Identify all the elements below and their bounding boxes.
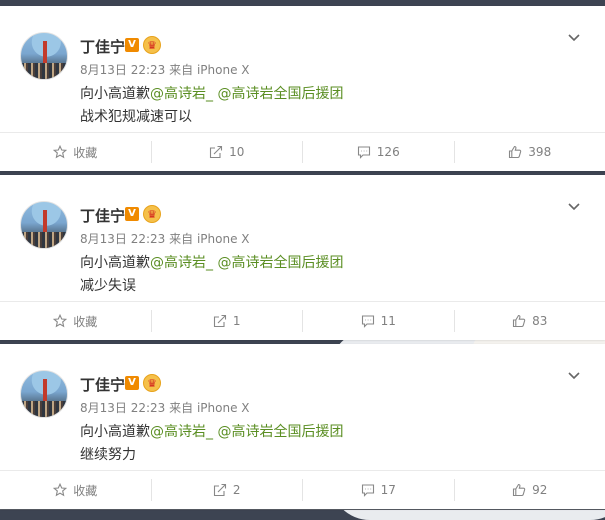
comment-icon (361, 483, 375, 497)
repost-icon (213, 483, 227, 497)
post-meta: 8月13日 22:23 来自 iPhone X (80, 230, 250, 247)
verified-badge-icon[interactable]: V (125, 207, 139, 221)
avatar[interactable] (20, 32, 68, 80)
mention-link[interactable]: @高诗岩_ (150, 86, 213, 102)
weibo-post-card: 丁佳宁 V ♛ 8月13日 22:23 来自 iPhone X 向小高道歉@高诗… (0, 344, 605, 508)
action-bar: 收藏 2 17 92 (0, 470, 605, 509)
like-button[interactable]: 83 (455, 310, 605, 332)
mention-link[interactable]: @高诗岩全国后援团 (217, 424, 343, 440)
repost-icon (209, 145, 223, 159)
like-button[interactable]: 92 (455, 479, 605, 501)
post-text-prefix: 向小高道歉 (80, 255, 150, 271)
weibo-post-card: 丁佳宁 V ♛ 8月13日 22:23 来自 iPhone X 向小高道歉@高诗… (0, 6, 605, 170)
author-name[interactable]: 丁佳宁 (80, 374, 125, 395)
like-count: 398 (528, 145, 551, 159)
star-icon (53, 483, 67, 497)
post-text-line1: 向小高道歉@高诗岩_ @高诗岩全国后援团 (80, 83, 343, 103)
post-text-line2: 继续努力 (80, 444, 136, 464)
action-bar: 收藏 10 126 398 (0, 132, 605, 171)
post-date[interactable]: 8月13日 22:23 (80, 232, 165, 246)
post-text-line1: 向小高道歉@高诗岩_ @高诗岩全国后援团 (80, 252, 343, 272)
post-text-prefix: 向小高道歉 (80, 86, 150, 102)
mention-link[interactable]: @高诗岩全国后援团 (217, 86, 343, 102)
weibo-post-card: 丁佳宁 V ♛ 8月13日 22:23 来自 iPhone X 向小高道歉@高诗… (0, 175, 605, 339)
repost-button[interactable]: 1 (152, 310, 304, 332)
author-name[interactable]: 丁佳宁 (80, 36, 125, 57)
post-source: 来自 iPhone X (169, 63, 249, 77)
post-meta: 8月13日 22:23 来自 iPhone X (80, 399, 250, 416)
avatar[interactable] (20, 201, 68, 249)
verified-badge-icon[interactable]: V (125, 376, 139, 390)
avatar[interactable] (20, 370, 68, 418)
collect-label: 收藏 (73, 313, 97, 330)
mention-link[interactable]: @高诗岩全国后援团 (217, 255, 343, 271)
comment-icon (357, 145, 371, 159)
chevron-down-icon[interactable] (567, 30, 581, 44)
comment-button[interactable]: 11 (303, 310, 455, 332)
mention-link[interactable]: @高诗岩_ (150, 424, 213, 440)
comment-count: 17 (381, 483, 396, 497)
comment-count: 126 (377, 145, 400, 159)
star-icon (53, 314, 67, 328)
thumbs-up-icon (512, 483, 526, 497)
post-date[interactable]: 8月13日 22:23 (80, 401, 165, 415)
post-text-prefix: 向小高道歉 (80, 424, 150, 440)
repost-icon (213, 314, 227, 328)
like-count: 83 (532, 314, 547, 328)
chevron-down-icon[interactable] (567, 199, 581, 213)
collect-button[interactable]: 收藏 (0, 141, 152, 163)
repost-button[interactable]: 10 (152, 141, 304, 163)
post-date[interactable]: 8月13日 22:23 (80, 63, 165, 77)
comment-button[interactable]: 126 (303, 141, 455, 163)
post-text-line1: 向小高道歉@高诗岩_ @高诗岩全国后援团 (80, 421, 343, 441)
crown-badge-icon[interactable]: ♛ (143, 374, 161, 392)
verified-badge-icon[interactable]: V (125, 38, 139, 52)
thumbs-up-icon (508, 145, 522, 159)
post-text-line2: 减少失误 (80, 275, 136, 295)
repost-button[interactable]: 2 (152, 479, 304, 501)
collect-button[interactable]: 收藏 (0, 310, 152, 332)
post-text-line2: 战术犯规减速可以 (80, 106, 192, 126)
like-count: 92 (532, 483, 547, 497)
like-button[interactable]: 398 (455, 141, 605, 163)
chevron-down-icon[interactable] (567, 368, 581, 382)
comment-button[interactable]: 17 (303, 479, 455, 501)
comment-icon (361, 314, 375, 328)
repost-count: 10 (229, 145, 244, 159)
star-icon (53, 145, 67, 159)
repost-count: 2 (233, 483, 241, 497)
author-name[interactable]: 丁佳宁 (80, 205, 125, 226)
collect-label: 收藏 (73, 144, 97, 161)
comment-count: 11 (381, 314, 396, 328)
action-bar: 收藏 1 11 83 (0, 301, 605, 340)
repost-count: 1 (233, 314, 241, 328)
post-source: 来自 iPhone X (169, 401, 249, 415)
post-meta: 8月13日 22:23 来自 iPhone X (80, 61, 250, 78)
thumbs-up-icon (512, 314, 526, 328)
post-source: 来自 iPhone X (169, 232, 249, 246)
crown-badge-icon[interactable]: ♛ (143, 36, 161, 54)
crown-badge-icon[interactable]: ♛ (143, 205, 161, 223)
collect-button[interactable]: 收藏 (0, 479, 152, 501)
collect-label: 收藏 (73, 482, 97, 499)
mention-link[interactable]: @高诗岩_ (150, 255, 213, 271)
